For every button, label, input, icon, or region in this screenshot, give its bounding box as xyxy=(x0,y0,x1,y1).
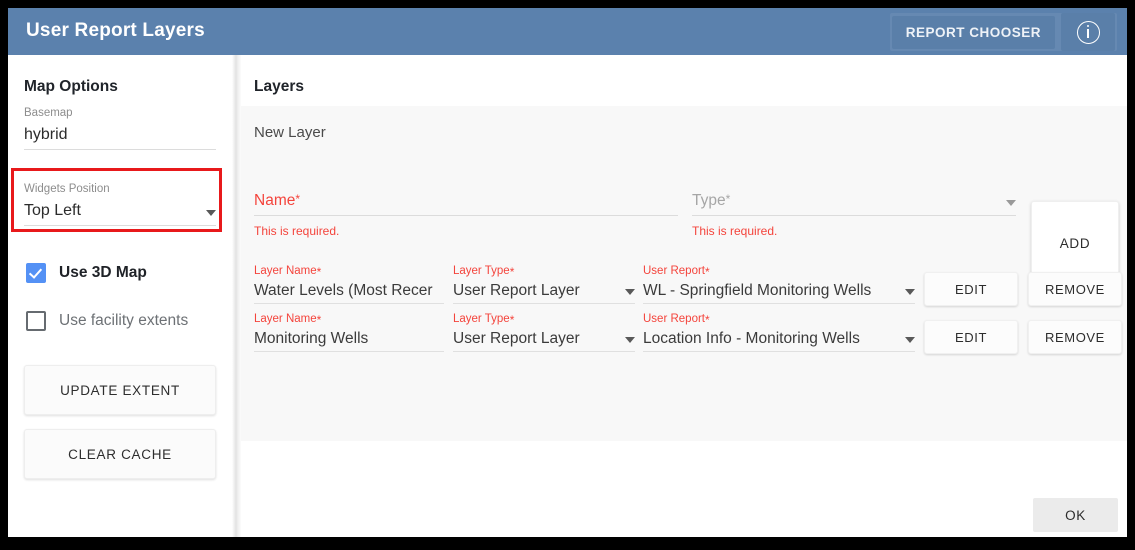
use-facility-extents-label: Use facility extents xyxy=(59,312,188,330)
dialog-footer: OK xyxy=(241,441,1127,537)
chevron-down-icon xyxy=(905,289,915,295)
chevron-down-icon xyxy=(905,337,915,343)
user-report-label: User Report* xyxy=(643,265,915,279)
layers-title: Layers xyxy=(254,78,304,96)
layer-type-field[interactable]: Layer Type* User Report Layer xyxy=(453,313,635,352)
sidebar-title: Map Options xyxy=(24,78,118,96)
new-layer-name-field[interactable]: Name* xyxy=(254,192,678,216)
edit-button[interactable]: EDIT xyxy=(924,272,1018,306)
user-report-value: WL - Springfield Monitoring Wells xyxy=(643,282,871,300)
new-layer-type-error: This is required. xyxy=(692,224,777,238)
new-layer-name-error: This is required. xyxy=(254,224,339,238)
layer-type-label: Layer Type* xyxy=(453,265,635,279)
checkbox-unchecked-icon[interactable] xyxy=(26,311,46,331)
layers-content-panel: New Layer Name* This is required. Type* … xyxy=(241,106,1127,488)
user-report-label: User Report* xyxy=(643,313,915,327)
new-layer-row: Name* This is required. Type* This is re… xyxy=(254,160,1114,246)
table-row: Layer Name* Water Levels (Most Recer Lay… xyxy=(254,260,1114,308)
chevron-down-icon xyxy=(206,210,216,216)
basemap-value: hybrid xyxy=(24,125,68,145)
widgets-position-label: Widgets Position xyxy=(24,183,216,195)
update-extent-button[interactable]: UPDATE EXTENT xyxy=(24,365,216,415)
user-report-value: Location Info - Monitoring Wells xyxy=(643,330,860,348)
info-circle-icon xyxy=(1077,21,1100,44)
report-chooser-button[interactable]: REPORT CHOOSER xyxy=(892,16,1055,49)
header-actions: REPORT CHOOSER xyxy=(890,13,1117,51)
chevron-down-icon xyxy=(1006,200,1016,206)
clear-cache-button[interactable]: CLEAR CACHE xyxy=(24,429,216,479)
new-layer-type-field[interactable]: Type* xyxy=(692,192,1016,216)
layer-type-value: User Report Layer xyxy=(453,330,580,348)
new-layer-type-label: Type* xyxy=(692,192,730,210)
layer-name-value: Monitoring Wells xyxy=(254,330,368,348)
layer-type-value: User Report Layer xyxy=(453,282,580,300)
user-report-field[interactable]: User Report* WL - Springfield Monitoring… xyxy=(643,265,915,304)
use-3d-map-label: Use 3D Map xyxy=(59,264,147,282)
use-3d-map-checkbox-row[interactable]: Use 3D Map xyxy=(26,263,147,283)
user-report-layers-dialog: User Report Layers REPORT CHOOSER Map Op… xyxy=(8,8,1127,537)
new-layer-name-label: Name* xyxy=(254,192,300,210)
layer-name-label: Layer Name* xyxy=(254,265,444,279)
info-button[interactable] xyxy=(1061,13,1115,51)
ok-button[interactable]: OK xyxy=(1033,498,1118,532)
checkbox-checked-icon[interactable] xyxy=(26,263,46,283)
edit-button[interactable]: EDIT xyxy=(924,320,1018,354)
table-row: Layer Name* Monitoring Wells Layer Type*… xyxy=(254,308,1114,356)
remove-button[interactable]: REMOVE xyxy=(1028,272,1122,306)
dialog-header: User Report Layers REPORT CHOOSER xyxy=(8,8,1127,55)
layer-name-field[interactable]: Layer Name* Water Levels (Most Recer xyxy=(254,265,444,304)
widgets-position-field[interactable]: Widgets Position Top Left xyxy=(24,183,216,226)
chevron-down-icon xyxy=(625,337,635,343)
layer-name-value: Water Levels (Most Recer xyxy=(254,282,433,300)
new-layer-heading: New Layer xyxy=(254,124,326,141)
chevron-down-icon xyxy=(625,289,635,295)
widgets-position-value: Top Left xyxy=(24,201,81,221)
remove-button[interactable]: REMOVE xyxy=(1028,320,1122,354)
basemap-label: Basemap xyxy=(24,107,216,119)
layer-name-field[interactable]: Layer Name* Monitoring Wells xyxy=(254,313,444,352)
page-title: User Report Layers xyxy=(26,20,205,42)
basemap-field[interactable]: Basemap hybrid xyxy=(24,107,216,150)
layer-type-label: Layer Type* xyxy=(453,313,635,327)
layer-type-field[interactable]: Layer Type* User Report Layer xyxy=(453,265,635,304)
map-options-sidebar: Map Options Basemap hybrid Widgets Posit… xyxy=(8,55,232,537)
use-facility-extents-checkbox-row[interactable]: Use facility extents xyxy=(26,311,188,331)
layer-name-label: Layer Name* xyxy=(254,313,444,327)
user-report-field[interactable]: User Report* Location Info - Monitoring … xyxy=(643,313,915,352)
sidebar-divider xyxy=(232,55,241,537)
